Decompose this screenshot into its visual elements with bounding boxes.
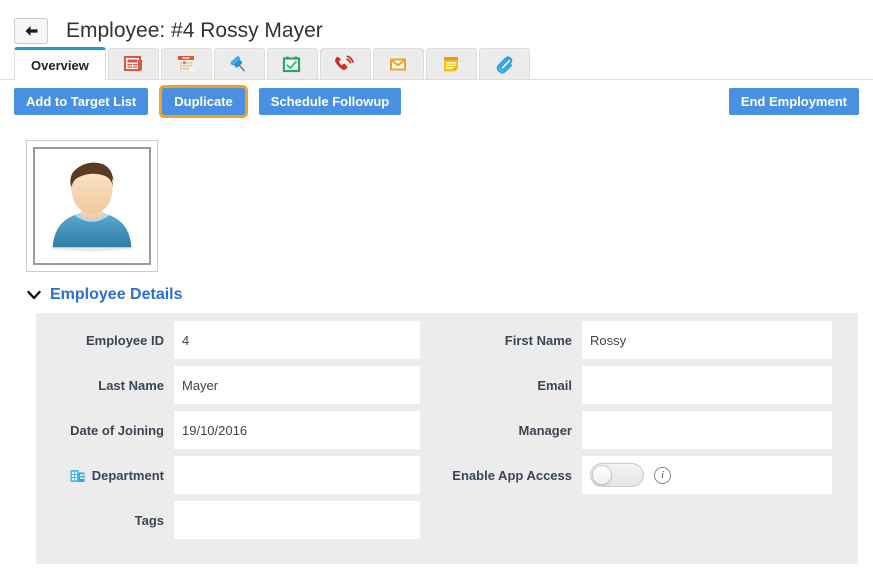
date-of-joining-input[interactable] bbox=[174, 411, 420, 449]
end-employment-button[interactable]: End Employment bbox=[728, 87, 859, 115]
field-tags: Tags bbox=[36, 501, 447, 539]
paperclip-icon bbox=[493, 53, 515, 75]
field-department-label: Department bbox=[36, 467, 174, 484]
tab-news[interactable] bbox=[107, 48, 159, 79]
page-title: Employee: #4 Rossy Mayer bbox=[66, 19, 323, 42]
tab-pin[interactable] bbox=[213, 48, 265, 79]
field-email: Email bbox=[447, 366, 858, 404]
manager-input[interactable] bbox=[582, 411, 832, 449]
field-employee-id: Employee ID bbox=[36, 321, 447, 359]
news-icon bbox=[122, 54, 144, 74]
employee-details-title: Employee Details bbox=[50, 286, 183, 303]
envelope-icon bbox=[387, 54, 409, 74]
field-date-of-joining-label: Date of Joining bbox=[70, 422, 164, 438]
department-input[interactable] bbox=[174, 456, 420, 494]
tab-bar: Overview bbox=[0, 47, 873, 80]
employee-id-input[interactable] bbox=[174, 321, 420, 359]
field-email-label: Email bbox=[537, 377, 572, 393]
phone-ringing-icon bbox=[333, 53, 357, 75]
field-manager-label: Manager bbox=[518, 422, 572, 438]
tags-input[interactable] bbox=[174, 501, 420, 539]
tab-calls[interactable] bbox=[319, 48, 371, 79]
field-first-name-label: First Name bbox=[504, 332, 572, 348]
email-input[interactable] bbox=[582, 366, 832, 404]
tab-notes[interactable] bbox=[425, 48, 477, 79]
tab-overview[interactable]: Overview bbox=[14, 47, 106, 80]
field-employee-id-label: Employee ID bbox=[85, 332, 164, 348]
chevron-down-icon bbox=[26, 287, 42, 303]
enable-app-access-cell: i bbox=[582, 456, 832, 494]
pin-icon bbox=[227, 53, 251, 75]
info-icon[interactable]: i bbox=[654, 466, 671, 484]
tab-attachments[interactable] bbox=[478, 48, 530, 79]
field-department: Department bbox=[36, 456, 447, 494]
avatar-frame bbox=[33, 147, 151, 265]
note-icon bbox=[440, 54, 462, 74]
page-header: Employee: #4 Rossy Mayer bbox=[0, 0, 873, 48]
tab-overview-label: Overview bbox=[31, 57, 89, 73]
last-name-input[interactable] bbox=[174, 366, 420, 404]
tab-calendar[interactable] bbox=[160, 48, 212, 79]
back-button[interactable] bbox=[14, 18, 48, 44]
form-column-right: First Name Email Manager Enable App Acce… bbox=[447, 321, 858, 546]
field-first-name: First Name bbox=[447, 321, 858, 359]
tab-scheduled-calendar[interactable] bbox=[266, 48, 318, 79]
add-to-target-list-button[interactable]: Add to Target List bbox=[14, 87, 149, 115]
back-arrow-icon bbox=[24, 25, 39, 37]
employee-details-form: Employee ID Last Name Date of Joining bbox=[36, 313, 858, 564]
action-bar: Add to Target List Duplicate Schedule Fo… bbox=[0, 80, 873, 122]
field-last-name: Last Name bbox=[36, 366, 447, 404]
calendar-check-green-icon bbox=[281, 54, 303, 74]
first-name-input[interactable] bbox=[582, 321, 832, 359]
building-icon bbox=[69, 467, 86, 484]
employee-avatar[interactable] bbox=[26, 140, 158, 272]
field-last-name-label: Last Name bbox=[98, 377, 164, 393]
field-tags-label: Tags bbox=[134, 512, 164, 528]
employee-details-section-header[interactable]: Employee Details bbox=[26, 286, 226, 304]
field-department-label-text: Department bbox=[91, 467, 164, 483]
avatar-illustration bbox=[35, 149, 149, 263]
duplicate-button[interactable]: Duplicate bbox=[159, 84, 248, 118]
enable-app-access-toggle[interactable] bbox=[590, 463, 644, 487]
toggle-knob bbox=[592, 465, 612, 485]
field-enable-app-access-label: Enable App Access bbox=[452, 467, 572, 483]
calendar-red-icon bbox=[175, 54, 197, 74]
field-enable-app-access: Enable App Access i bbox=[447, 456, 858, 494]
schedule-followup-button[interactable]: Schedule Followup bbox=[258, 87, 402, 115]
field-manager: Manager bbox=[447, 411, 858, 449]
form-column-left: Employee ID Last Name Date of Joining bbox=[36, 321, 447, 546]
tab-email[interactable] bbox=[372, 48, 424, 79]
field-date-of-joining: Date of Joining bbox=[36, 411, 447, 449]
